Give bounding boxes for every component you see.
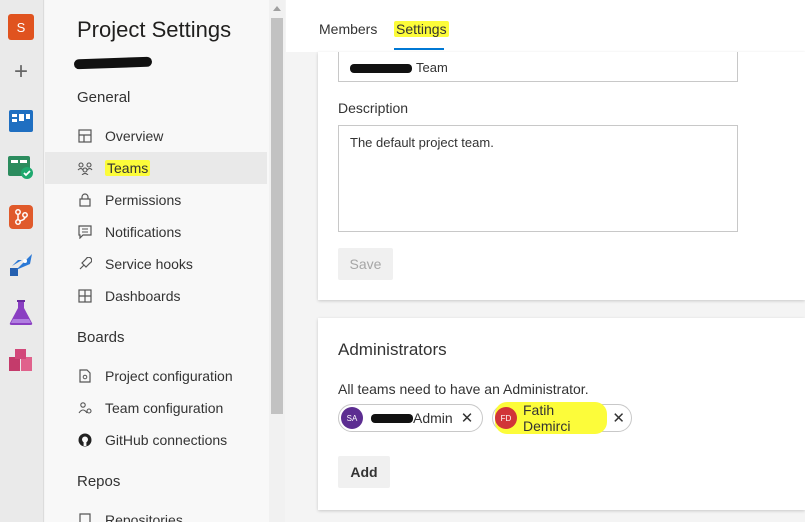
section-general: General	[77, 89, 131, 106]
tab-active-indicator	[394, 48, 444, 50]
service-hooks-icon	[77, 256, 93, 272]
team-settings-card: Team Description The default project tea…	[318, 52, 805, 300]
avatar: FD	[495, 407, 517, 429]
team-config-icon	[77, 400, 93, 416]
admin-name-suffix: Admin	[413, 410, 453, 426]
nav-item-github-connections[interactable]: GitHub connections	[45, 424, 267, 456]
main-content: Members Settings Team Description The de…	[286, 0, 805, 522]
team-name-field[interactable]: Team	[338, 52, 738, 82]
tab-bar: Members Settings	[286, 0, 805, 52]
repos-icon[interactable]	[8, 204, 34, 230]
nav-item-label: Dashboards	[105, 288, 181, 304]
nav-item-label: Teams	[105, 160, 151, 176]
tab-settings-label: Settings	[394, 21, 449, 37]
description-field[interactable]: The default project team.	[338, 125, 738, 232]
lock-icon	[77, 192, 93, 208]
section-boards: Boards	[77, 329, 125, 346]
nav-item-team-configuration[interactable]: Team configuration	[45, 392, 267, 424]
test-plans-icon[interactable]	[8, 154, 34, 180]
nav-title: Project Settings	[77, 17, 232, 42]
dashboard-icon	[77, 288, 93, 304]
teams-icon	[77, 160, 93, 176]
nav-item-label: Permissions	[105, 192, 182, 208]
team-name-redacted	[350, 64, 412, 74]
nav-item-label: Overview	[105, 128, 164, 144]
section-repos: Repos	[77, 473, 121, 490]
document-icon	[77, 368, 93, 384]
tab-settings[interactable]: Settings	[394, 21, 449, 37]
save-button[interactable]: Save	[338, 248, 393, 280]
overview-icon	[77, 128, 93, 144]
nav-item-label: Notifications	[105, 224, 182, 240]
nav-item-label: Project configuration	[105, 368, 233, 384]
scroll-thumb[interactable]	[271, 18, 283, 414]
admin-name: Fatih Demirci	[522, 402, 571, 434]
nav-item-teams[interactable]: Teams	[45, 152, 267, 184]
administrators-note: All teams need to have an Administrator.	[338, 381, 589, 397]
scroll-up-icon[interactable]	[273, 6, 281, 11]
project-name-redacted	[73, 56, 153, 70]
avatar: SA	[341, 407, 363, 429]
app-rail: S +	[0, 0, 44, 522]
flask-icon[interactable]	[8, 300, 34, 326]
notification-icon	[77, 224, 93, 240]
description-label: Description	[338, 100, 409, 116]
artifacts-icon[interactable]	[8, 348, 34, 374]
nav-item-label: GitHub connections	[105, 432, 228, 448]
nav-item-label: Service hooks	[105, 256, 193, 272]
org-avatar[interactable]: S	[8, 14, 34, 40]
pipelines-icon[interactable]	[8, 252, 34, 278]
github-icon	[77, 432, 93, 448]
nav-item-project-configuration[interactable]: Project configuration	[45, 360, 267, 392]
nav-item-service-hooks[interactable]: Service hooks	[45, 248, 267, 280]
nav-item-permissions[interactable]: Permissions	[45, 184, 267, 216]
nav-item-repositories[interactable]: Repositories	[45, 504, 267, 522]
nav-scrollbar[interactable]	[269, 0, 285, 522]
new-icon[interactable]: +	[8, 58, 34, 85]
admin-pill: SA Admin ✕	[338, 404, 483, 432]
settings-nav: Project Settings General Overview Teams …	[45, 0, 285, 522]
administrators-title: Administrators	[338, 340, 447, 359]
tab-members[interactable]: Members	[319, 21, 377, 37]
admin-pill-highlight: FD Fatih Demirci	[495, 402, 608, 434]
nav-item-overview[interactable]: Overview	[45, 120, 267, 152]
remove-icon[interactable]: ✕	[612, 409, 625, 427]
boards-icon[interactable]	[8, 108, 34, 134]
add-admin-button[interactable]: Add	[338, 456, 390, 488]
team-name-suffix: Team	[416, 60, 448, 75]
administrators-card: Administrators All teams need to have an…	[318, 318, 805, 510]
admin-pill: FD Fatih Demirci ✕	[492, 402, 632, 434]
nav-item-dashboards[interactable]: Dashboards	[45, 280, 267, 312]
admin-name-redacted	[371, 413, 413, 423]
repo-icon	[77, 512, 93, 522]
nav-item-notifications[interactable]: Notifications	[45, 216, 267, 248]
nav-item-label: Team configuration	[105, 400, 224, 416]
nav-item-label: Repositories	[105, 512, 183, 522]
remove-icon[interactable]: ✕	[461, 409, 474, 427]
